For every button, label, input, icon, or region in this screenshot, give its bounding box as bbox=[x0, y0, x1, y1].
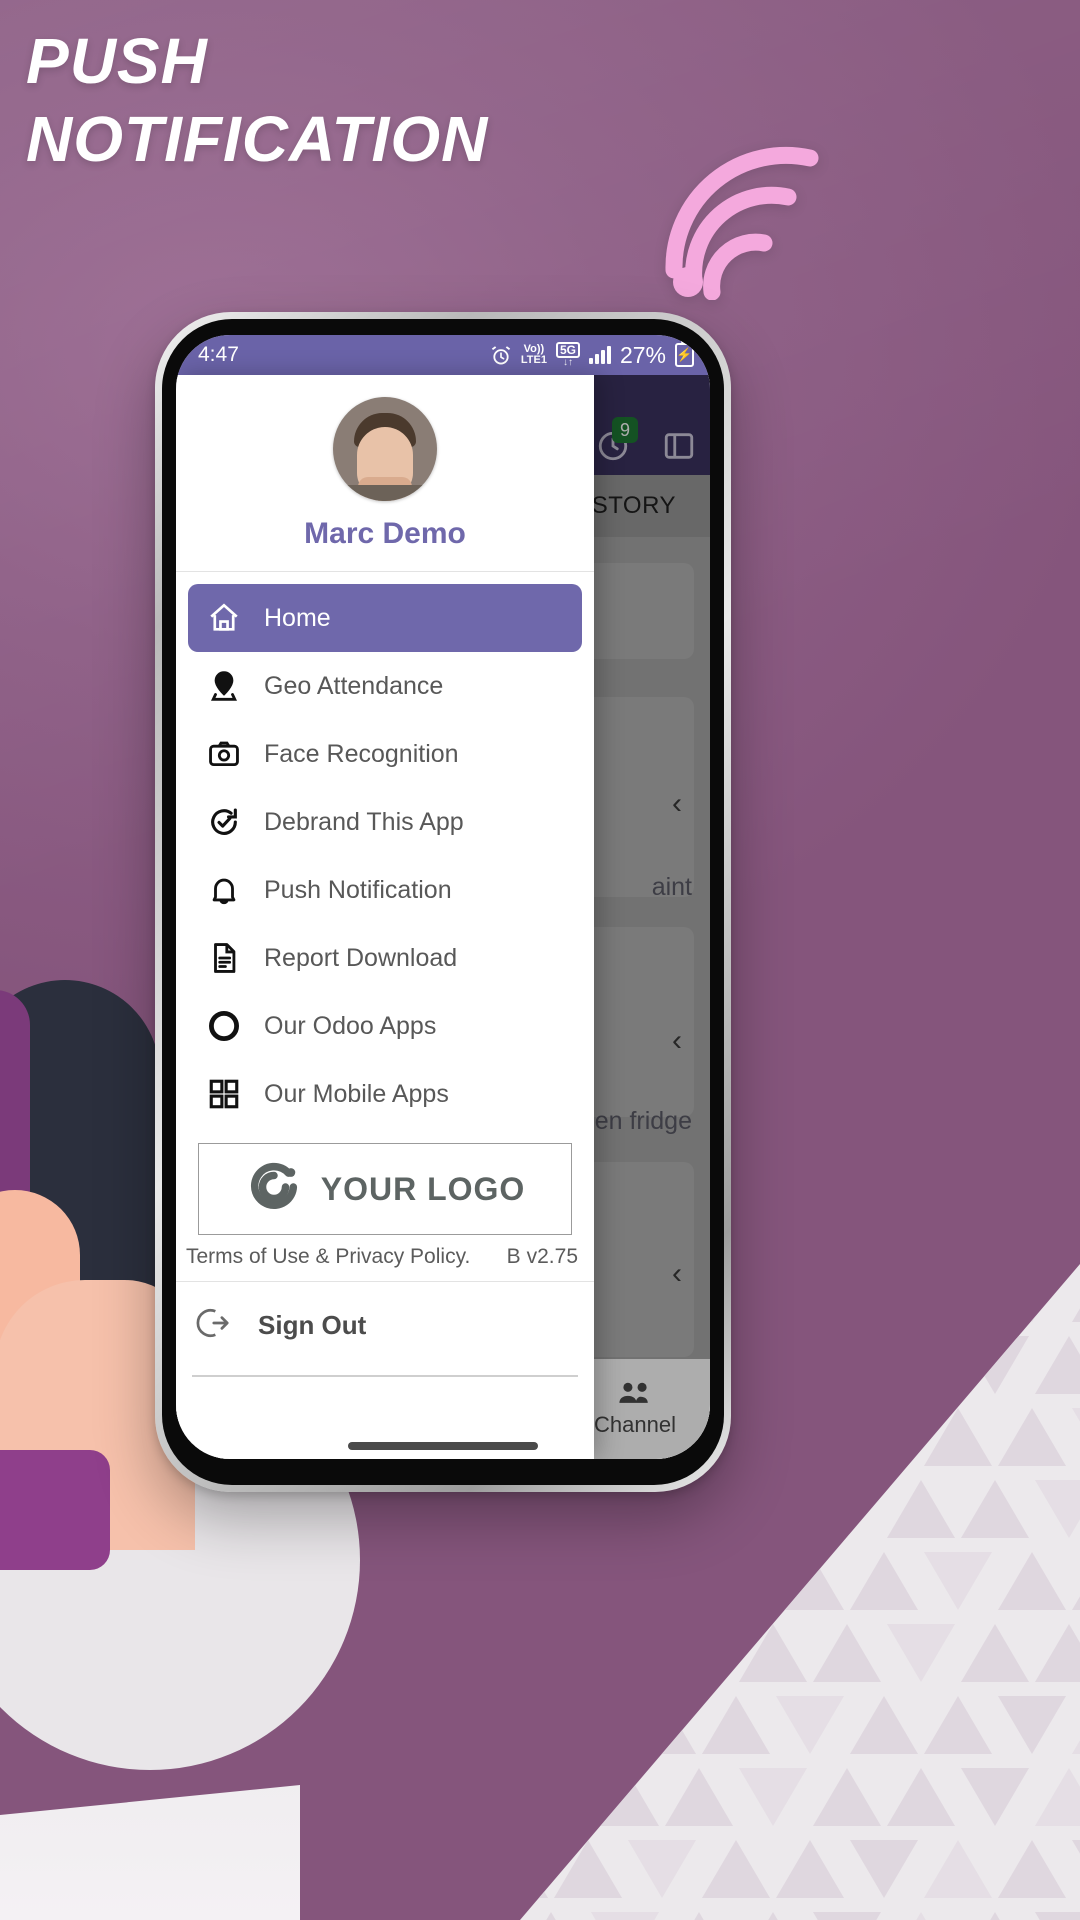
drawer-header: Marc Demo bbox=[176, 375, 594, 572]
status-bar: 4:47 Vo)) LTE1 5G ↓↑ 27% ⚡ bbox=[176, 335, 710, 375]
home-icon bbox=[204, 601, 244, 635]
page-title: PUSH NOTIFICATION bbox=[26, 22, 726, 178]
brand-logo-text: YOUR LOGO bbox=[320, 1170, 526, 1207]
sidebar-item-report-download[interactable]: Report Download bbox=[188, 924, 582, 992]
battery-charging-icon: ⚡ bbox=[675, 343, 694, 367]
drawer-divider bbox=[192, 1375, 578, 1377]
document-icon bbox=[204, 941, 244, 975]
sidebar-item-face-recognition[interactable]: Face Recognition bbox=[188, 720, 582, 788]
navigation-drawer: Marc Demo Home Geo Attendance Face Recog… bbox=[176, 375, 594, 1459]
sidebar-item-push-notification[interactable]: Push Notification bbox=[188, 856, 582, 924]
sidebar-item-label: Home bbox=[264, 603, 331, 632]
sidebar-item-our-odoo-apps[interactable]: Our Odoo Apps bbox=[188, 992, 582, 1060]
wifi-signal-icon bbox=[650, 140, 840, 300]
home-indicator[interactable] bbox=[348, 1442, 538, 1450]
sidebar-item-home[interactable]: Home bbox=[188, 584, 582, 652]
sign-out-icon bbox=[194, 1304, 232, 1347]
battery-percent: 27% bbox=[619, 341, 666, 368]
circle-icon bbox=[204, 1008, 244, 1044]
location-pin-icon bbox=[204, 669, 244, 703]
sidebar-item-label: Face Recognition bbox=[264, 739, 459, 768]
status-time: 4:47 bbox=[198, 343, 239, 366]
network-type-indicator: 5G ↓↑ bbox=[555, 342, 580, 368]
sidebar-item-our-mobile-apps[interactable]: Our Mobile Apps bbox=[188, 1060, 582, 1128]
sidebar-item-label: Push Notification bbox=[264, 875, 452, 904]
signal-bars-icon bbox=[588, 346, 611, 364]
sidebar-item-label: Our Mobile Apps bbox=[264, 1079, 449, 1108]
sidebar-item-label: Our Odoo Apps bbox=[264, 1011, 437, 1040]
sign-out-label: Sign Out bbox=[258, 1310, 367, 1340]
grid-icon bbox=[204, 1077, 244, 1111]
avatar[interactable] bbox=[333, 397, 437, 501]
volte-indicator: Vo)) LTE1 bbox=[520, 343, 547, 366]
drawer-menu: Home Geo Attendance Face Recognition Deb… bbox=[176, 572, 594, 1137]
sidebar-item-label: Report Download bbox=[264, 943, 458, 972]
camera-icon bbox=[204, 737, 244, 771]
brand-mark-icon bbox=[245, 1158, 303, 1221]
app-version: v2.75 bbox=[526, 1245, 578, 1268]
sidebar-item-geo-attendance[interactable]: Geo Attendance bbox=[188, 652, 582, 720]
sign-out-button[interactable]: Sign Out bbox=[176, 1282, 594, 1369]
brand-logo-box[interactable]: YOUR LOGO bbox=[198, 1143, 572, 1235]
headline-line-2: NOTIFICATION bbox=[26, 103, 489, 176]
alarm-clock-icon bbox=[490, 344, 512, 366]
sidebar-item-debrand-this-app[interactable]: Debrand This App bbox=[188, 788, 582, 856]
sidebar-item-label: Geo Attendance bbox=[264, 671, 444, 700]
build-prefix: B bbox=[506, 1245, 521, 1268]
headline-line-1: PUSH bbox=[26, 25, 208, 97]
drawer-footer: Terms of Use & Privacy Policy. B v2.75 bbox=[176, 1235, 594, 1282]
sidebar-item-user-guide[interactable]: User Guide bbox=[188, 1128, 582, 1137]
terms-link[interactable]: Terms of Use & Privacy Policy. bbox=[186, 1245, 470, 1269]
user-name: Marc Demo bbox=[304, 517, 466, 550]
phone-mockup: 4:47 Vo)) LTE1 5G ↓↑ 27% ⚡ 9 HISTORY ‹ a… bbox=[155, 312, 731, 1492]
bell-icon bbox=[204, 873, 244, 907]
phone-screen: 4:47 Vo)) LTE1 5G ↓↑ 27% ⚡ 9 HISTORY ‹ a… bbox=[176, 335, 710, 1459]
sidebar-item-label: Debrand This App bbox=[264, 807, 464, 836]
refresh-check-icon bbox=[204, 805, 244, 839]
